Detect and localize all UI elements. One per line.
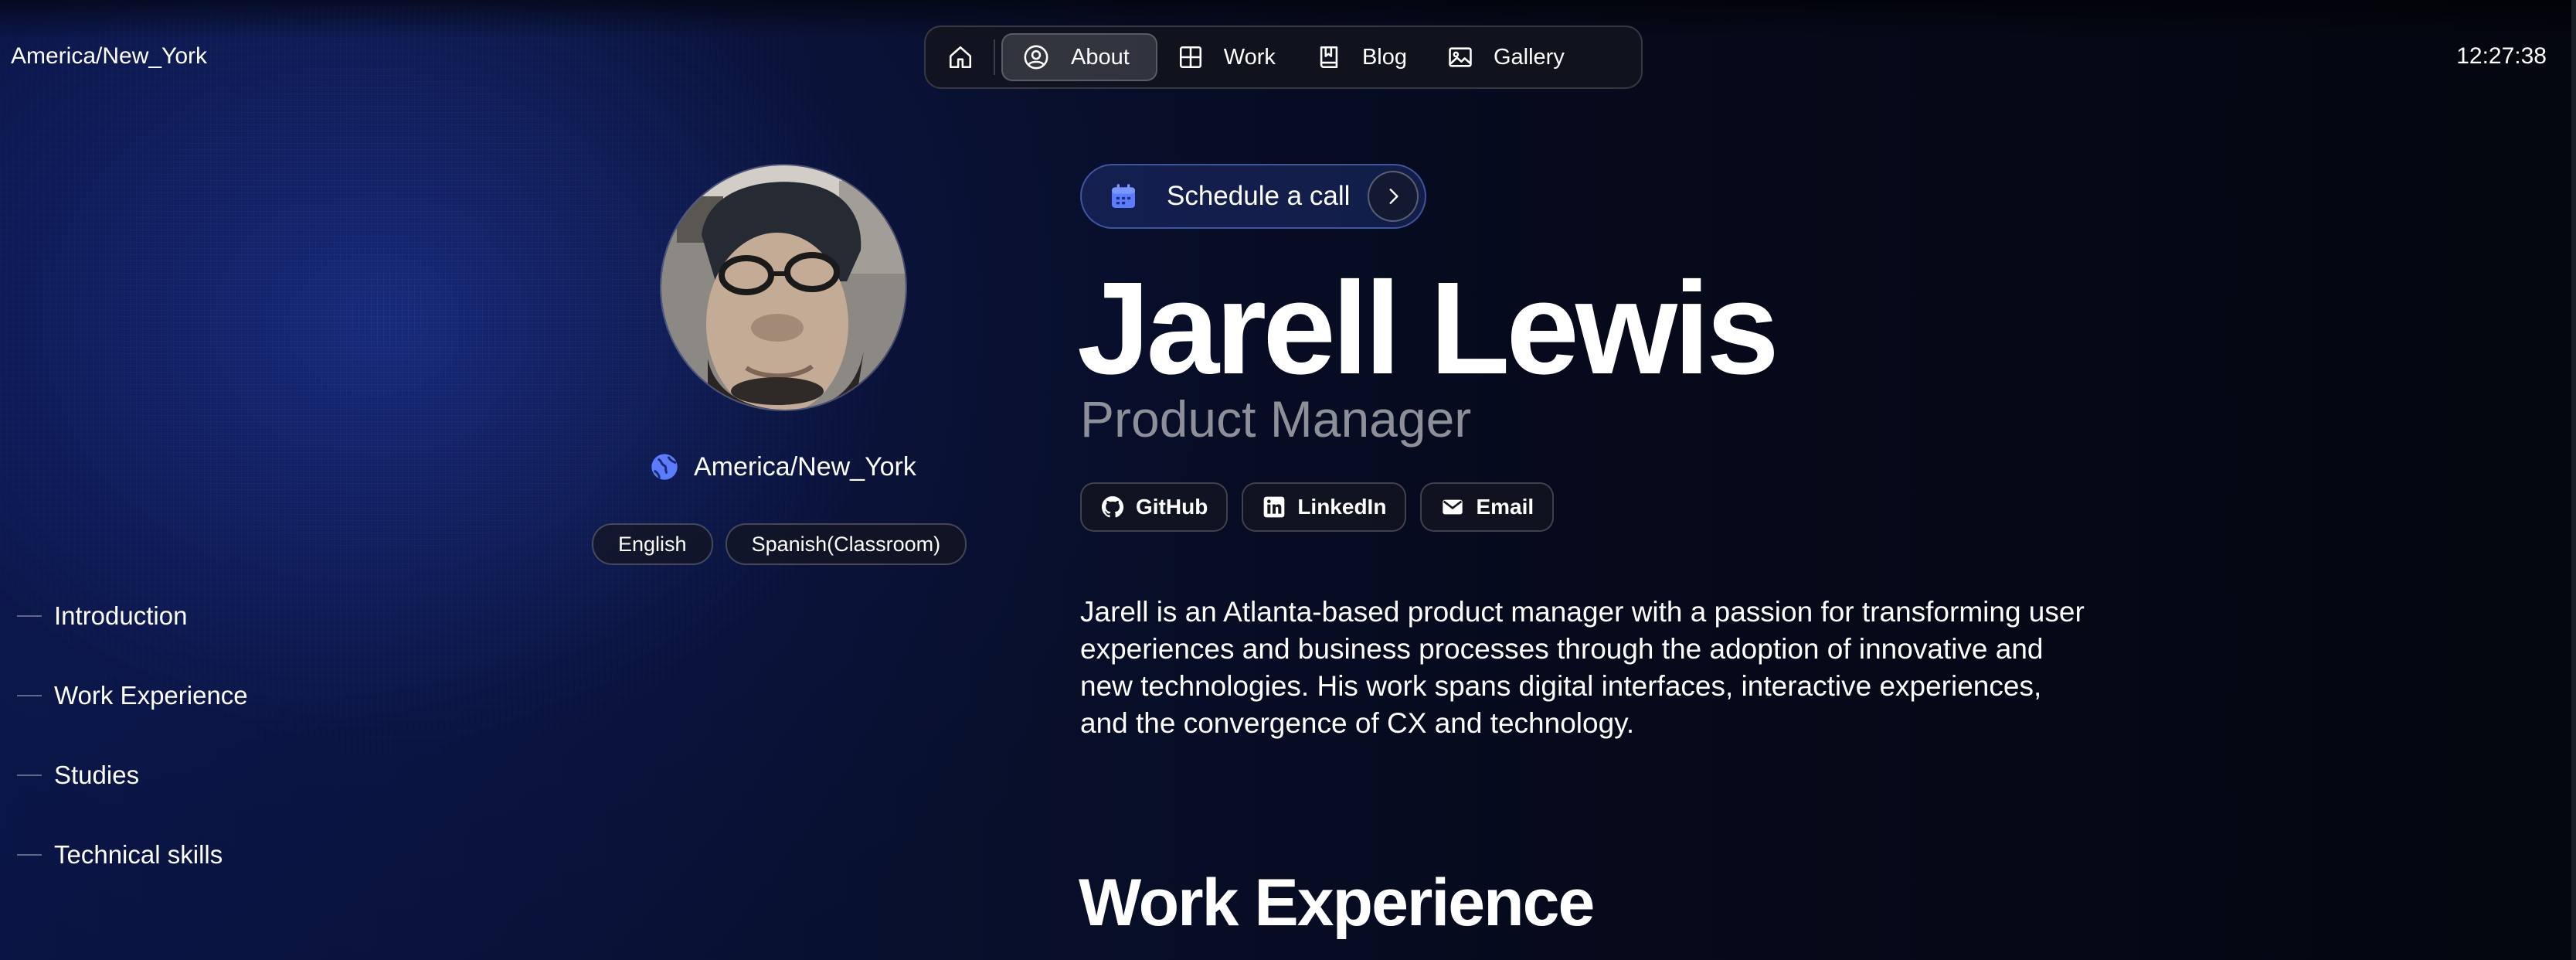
- avatar-photo: [661, 165, 906, 410]
- schedule-call-button[interactable]: Schedule a call: [1080, 164, 1426, 229]
- profile-location: America/New_York: [649, 451, 916, 482]
- schedule-call-label: Schedule a call: [1167, 181, 1351, 211]
- window-edge: [2571, 0, 2576, 960]
- language-tags: English Spanish(Classroom): [592, 523, 967, 565]
- nav-work-label: Work: [1223, 44, 1276, 70]
- toc-item-label: Studies: [54, 760, 140, 789]
- nav-about[interactable]: About: [1001, 33, 1157, 81]
- linkedin-label: LinkedIn: [1297, 495, 1387, 519]
- work-experience-heading: Work Experience: [1079, 866, 1595, 940]
- toc-dash: [17, 614, 42, 617]
- user-circle-icon: [1024, 45, 1048, 70]
- language-chip: English: [592, 523, 713, 565]
- toc-item-work-experience[interactable]: Work Experience: [17, 655, 248, 735]
- toc-dash: [17, 694, 42, 696]
- home-icon: [949, 46, 972, 69]
- header-timezone: America/New_York: [11, 43, 207, 69]
- toc-item-label: Technical skills: [54, 839, 223, 869]
- book-icon: [1320, 46, 1338, 69]
- nav-about-label: About: [1071, 44, 1130, 70]
- nav-work[interactable]: Work: [1157, 33, 1296, 81]
- github-label: GitHub: [1136, 495, 1208, 519]
- toc-item-label: Work Experience: [54, 680, 248, 710]
- chevron-right-icon: [1389, 189, 1398, 204]
- email-label: Email: [1476, 495, 1534, 519]
- location-text: America/New_York: [694, 451, 916, 482]
- toc-item-technical-skills[interactable]: Technical skills: [17, 815, 248, 894]
- nav-divider: [994, 39, 995, 75]
- toc-item-introduction[interactable]: Introduction: [17, 576, 248, 655]
- github-icon: [1102, 496, 1124, 518]
- nav-blog[interactable]: Blog: [1296, 33, 1427, 81]
- toc-dash: [17, 853, 42, 856]
- email-icon: [1443, 499, 1463, 515]
- image-icon: [1449, 47, 1472, 67]
- profile-bio: Jarell is an Atlanta-based product manag…: [1080, 596, 2085, 739]
- main-nav: About Work Blog Gallery: [924, 26, 1643, 89]
- table-of-contents: Introduction Work Experience Studies Tec…: [17, 576, 248, 894]
- nav-blog-label: Blog: [1361, 44, 1407, 70]
- nav-gallery[interactable]: Gallery: [1427, 33, 1585, 81]
- schedule-arrow-button[interactable]: [1368, 171, 1419, 222]
- github-button[interactable]: GitHub: [1080, 482, 1229, 532]
- linkedin-button[interactable]: LinkedIn: [1242, 482, 1407, 532]
- toc-item-label: Introduction: [54, 601, 188, 630]
- language-chip: Spanish(Classroom): [725, 523, 967, 565]
- toc-dash: [17, 774, 42, 776]
- social-links: GitHub LinkedIn Email: [1080, 482, 1555, 532]
- profile-role: Product Manager: [1080, 390, 1472, 448]
- grid-icon: [1179, 46, 1201, 69]
- linkedin-icon: [1263, 496, 1285, 518]
- calendar-icon: [1112, 184, 1135, 208]
- profile-name: Jarell Lewis: [1077, 255, 1779, 402]
- avatar: [660, 164, 907, 411]
- nav-home[interactable]: [933, 33, 987, 81]
- globe-icon: [651, 454, 678, 480]
- header-clock: 12:27:38: [2456, 43, 2547, 69]
- toc-item-studies[interactable]: Studies: [17, 735, 248, 815]
- email-button[interactable]: Email: [1420, 482, 1555, 532]
- nav-gallery-label: Gallery: [1493, 44, 1565, 70]
